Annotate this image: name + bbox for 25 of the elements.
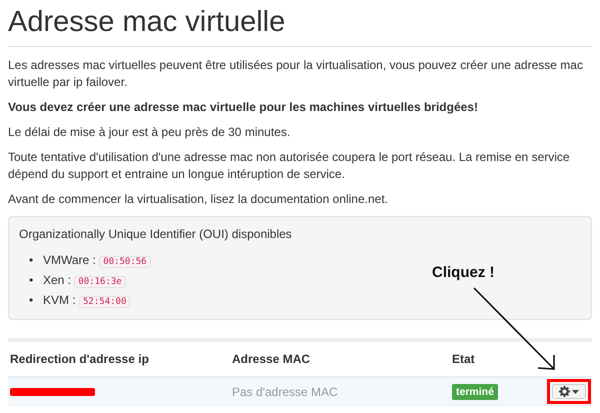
bullet: •: [29, 272, 34, 290]
paragraph: Le délai de mise à jour est à peu près de 30 minutes.: [8, 124, 292, 142]
settings-icon: [559, 386, 570, 398]
list-label: Xen :: [43, 273, 72, 288]
paragraph: Toute tentative d'utilisation d'une adresse mac non autorisée coupera le port réseau. La remise en service dépend du support et entraine un longue intéruption de service.: [8, 149, 571, 184]
list-label: KVM :: [43, 293, 76, 308]
status-badge: terminé: [452, 384, 498, 400]
code-value: 00:50:56: [99, 256, 151, 268]
column-header: Redirection d'adresse ip: [10, 352, 149, 366]
panel-heading: Organizationally Unique Identifier (OUI) disponibles: [19, 226, 293, 244]
paragraph: Avant de commencer la virtualisation, lisez la documentation online.net.: [8, 191, 389, 208]
annotation-text: Cliquez !: [432, 263, 494, 283]
column-header: Etat: [452, 352, 475, 366]
bullet: •: [29, 252, 34, 270]
code-value: 00:16:3e: [74, 276, 126, 288]
settings-dropdown-button[interactable]: [552, 384, 586, 400]
column-header: Adresse MAC: [232, 352, 310, 366]
bullet: •: [29, 292, 34, 310]
caret-icon: [572, 390, 579, 394]
paragraph: Les adresses mac virtuelles peuvent être utilisées pour la virtualisation, vous pouvez créer une adresse mac virtuelle par ip failover.: [8, 57, 584, 92]
code-value: 52:54:00: [79, 296, 130, 308]
table-cell: Pas d'adresse MAC: [232, 384, 338, 399]
list-label: VMWare :: [43, 253, 96, 268]
page-title: Adresse mac virtuelle: [7, 5, 286, 40]
paragraph: Vous devez créer une adresse mac virtuelle pour les machines virtuelles bridgées!: [8, 99, 479, 116]
